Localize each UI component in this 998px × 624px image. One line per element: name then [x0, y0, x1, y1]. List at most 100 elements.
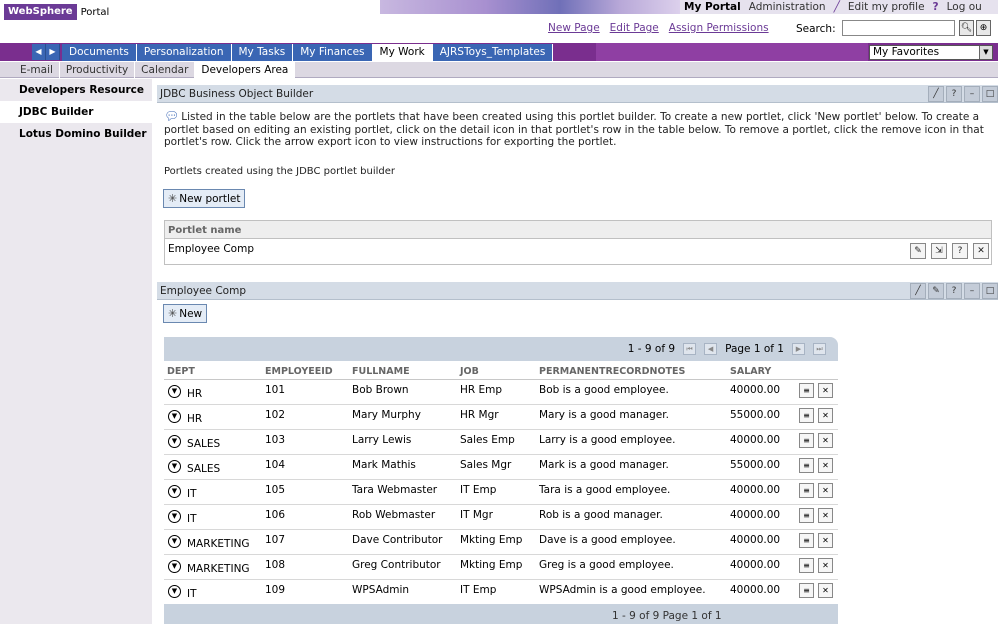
- nav-right-arrow-icon[interactable]: ▶: [46, 44, 60, 60]
- employee-table-container: 1 - 9 of 9 ⏮︎ ◀ Page 1 of 1 ▶ ⏭︎ DEPT EM…: [164, 337, 838, 624]
- col-salary[interactable]: SALARY: [727, 361, 796, 380]
- search-input[interactable]: [842, 20, 955, 36]
- tool-icon[interactable]: ╱: [928, 86, 944, 102]
- new-record-button[interactable]: ✳ New: [163, 304, 208, 323]
- table-row: ▼ SALES 104 Mark Mathis Sales Mgr Mark is a g…: [164, 454, 838, 480]
- subtab-productivity[interactable]: Productivity: [60, 62, 136, 78]
- detail-icon[interactable]: ≡: [799, 457, 814, 473]
- trash-icon[interactable]: ✕: [818, 382, 833, 398]
- pencil-icon[interactable]: ✎: [910, 243, 926, 259]
- trash-icon[interactable]: ✕: [818, 507, 833, 523]
- header-banner: [380, 0, 680, 14]
- pencil-icon[interactable]: ✎: [928, 283, 944, 299]
- cell-salary: 40000.00: [727, 529, 796, 555]
- next-page-icon[interactable]: ▶: [792, 343, 805, 355]
- tab-documents[interactable]: Documents: [62, 44, 137, 61]
- chevron-down-icon[interactable]: ▼: [168, 384, 181, 398]
- detail-icon[interactable]: ≡: [799, 557, 814, 573]
- cell-fullname: Rob Webmaster: [349, 504, 457, 530]
- help-icon[interactable]: ?: [946, 86, 962, 102]
- minimize-icon[interactable]: –: [964, 86, 980, 102]
- cell-dept: ▼ MARKETING: [164, 529, 262, 555]
- trash-icon[interactable]: ✕: [818, 432, 833, 448]
- chevron-down-icon[interactable]: ▼: [168, 584, 181, 598]
- cell-job: Sales Mgr: [457, 454, 536, 480]
- new-page-link[interactable]: New Page: [548, 22, 600, 34]
- tab-my-tasks[interactable]: My Tasks: [231, 44, 294, 61]
- left-item-jdbc-builder[interactable]: JDBC Builder: [0, 101, 152, 123]
- cell-salary: 40000.00: [727, 429, 796, 455]
- log-out-link[interactable]: Log ou: [943, 1, 986, 13]
- cell-job: IT Emp: [457, 479, 536, 505]
- help-icon[interactable]: ?: [952, 243, 968, 259]
- col-permanentrecordnotes[interactable]: PERMANENTRECORDNOTES: [536, 361, 727, 380]
- detail-icon[interactable]: ≡: [799, 407, 814, 423]
- detail-icon[interactable]: ≡: [799, 432, 814, 448]
- last-page-icon[interactable]: ⏭︎: [813, 343, 826, 355]
- chevron-down-icon[interactable]: ▼: [168, 559, 181, 573]
- edit-profile-link[interactable]: Edit my profile: [844, 1, 929, 13]
- edit-page-link[interactable]: Edit Page: [610, 22, 659, 34]
- cell-notes: WPSAdmin is a good employee.: [536, 579, 727, 605]
- trash-icon[interactable]: ✕: [818, 407, 833, 423]
- created-portlets-label: Portlets created using the JDBC portlet …: [164, 166, 395, 177]
- assign-permissions-link[interactable]: Assign Permissions: [669, 22, 769, 34]
- table-row: ▼ IT 105 Tara Webmaster IT Emp Tara is a good…: [164, 479, 838, 505]
- record-range: 1 - 9 of 9: [627, 343, 676, 355]
- cell-dept: ▼ IT: [164, 579, 262, 605]
- chevron-down-icon[interactable]: ▼: [168, 509, 181, 523]
- advanced-search-icon[interactable]: ⊕: [976, 20, 991, 36]
- col-fullname[interactable]: FULLNAME: [349, 361, 457, 380]
- favorites-select[interactable]: My Favorites ▼: [869, 45, 993, 60]
- col-employeeid[interactable]: EMPLOYEEID: [262, 361, 349, 380]
- tab-my-finances[interactable]: My Finances: [293, 44, 373, 61]
- detail-icon[interactable]: ≡: [799, 382, 814, 398]
- nav-left-arrow-icon[interactable]: ◀: [32, 44, 46, 60]
- col-actions: [796, 361, 838, 380]
- detail-icon[interactable]: ≡: [799, 582, 814, 598]
- intro-paragraph: Listed in the table below are the portle…: [164, 111, 984, 148]
- tab-ajrstoys-templates[interactable]: AJRSToys_Templates: [432, 44, 554, 61]
- search-icon[interactable]: 🔍︎: [959, 20, 974, 36]
- maximize-icon[interactable]: □: [982, 283, 998, 299]
- tool-icon[interactable]: ╱: [910, 283, 926, 299]
- tab-my-work[interactable]: My Work: [372, 44, 433, 61]
- help-icon[interactable]: ?: [929, 1, 943, 13]
- cell-salary: 55000.00: [727, 404, 796, 430]
- detail-icon[interactable]: ≡: [799, 532, 814, 548]
- new-portlet-button[interactable]: ✳ New portlet: [163, 189, 246, 208]
- trash-icon[interactable]: ✕: [973, 243, 989, 259]
- tab-personalization[interactable]: Personalization: [136, 44, 232, 61]
- my-portal-link[interactable]: My Portal: [680, 1, 745, 13]
- chevron-down-icon[interactable]: ▼: [168, 534, 181, 548]
- chevron-down-icon[interactable]: ▼: [168, 409, 181, 423]
- minimize-icon[interactable]: –: [964, 283, 980, 299]
- chevron-down-icon[interactable]: ▼: [168, 484, 181, 498]
- maximize-icon[interactable]: □: [982, 86, 998, 102]
- trash-icon[interactable]: ✕: [818, 557, 833, 573]
- detail-icon[interactable]: ≡: [799, 482, 814, 498]
- chevron-down-icon[interactable]: ▼: [168, 434, 181, 448]
- chevron-down-icon[interactable]: ▼: [979, 46, 992, 59]
- subtab-developers-area[interactable]: Developers Area: [195, 62, 296, 78]
- chevron-down-icon[interactable]: ▼: [168, 459, 181, 473]
- cell-actions: ≡ ✕: [796, 479, 838, 505]
- subtab-email[interactable]: E-mail: [14, 62, 60, 78]
- col-dept[interactable]: DEPT: [164, 361, 262, 380]
- trash-icon[interactable]: ✕: [818, 532, 833, 548]
- left-item-developers-resource[interactable]: Developers Resource: [0, 79, 152, 101]
- export-icon[interactable]: ⇲: [931, 243, 947, 259]
- help-icon[interactable]: ?: [946, 283, 962, 299]
- subtab-calendar[interactable]: Calendar: [135, 62, 196, 78]
- cell-dept: ▼ IT: [164, 479, 262, 505]
- first-page-icon[interactable]: ⏮︎: [683, 343, 697, 355]
- cell-employeeid: 109: [262, 579, 349, 605]
- trash-icon[interactable]: ✕: [818, 482, 833, 498]
- left-item-lotus-domino-builder[interactable]: Lotus Domino Builder: [0, 123, 152, 145]
- trash-icon[interactable]: ✕: [818, 457, 833, 473]
- trash-icon[interactable]: ✕: [818, 582, 833, 598]
- prev-page-icon[interactable]: ◀: [704, 343, 718, 355]
- col-job[interactable]: JOB: [457, 361, 536, 380]
- administration-link[interactable]: Administration: [745, 1, 830, 13]
- detail-icon[interactable]: ≡: [799, 507, 814, 523]
